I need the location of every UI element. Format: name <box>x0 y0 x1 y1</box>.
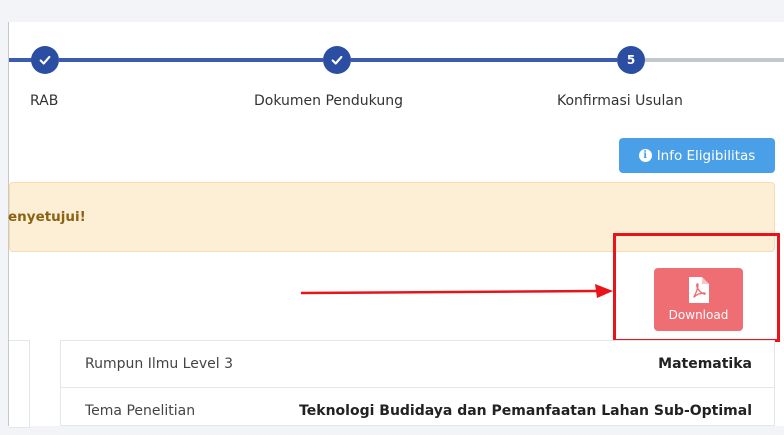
step-number: 5 <box>626 53 636 67</box>
step-label-rab: RAB <box>30 93 59 109</box>
step-rab-complete[interactable] <box>31 46 59 74</box>
info-eligibilitas-button[interactable]: i Info Eligibilitas <box>619 138 775 173</box>
proposal-info-table: Rumpun Ilmu Level 3 Matematika Tema Pene… <box>60 340 775 426</box>
check-icon <box>331 55 343 65</box>
row-label: Tema Penelitian <box>85 403 196 419</box>
step-dokumen-pendukung-complete[interactable] <box>323 46 351 74</box>
row-label: Rumpun Ilmu Level 3 <box>85 356 233 372</box>
check-icon <box>39 55 51 65</box>
step-konfirmasi-usulan-current[interactable]: 5 <box>617 46 645 74</box>
stepper-connector-pending <box>645 58 784 62</box>
info-circle-icon: i <box>638 149 652 162</box>
stepper-connector <box>351 58 617 62</box>
table-row: Tema Penelitian Teknologi Budidaya dan P… <box>61 388 774 435</box>
step-label-dokumen-pendukung: Dokumen Pendukung <box>254 93 403 109</box>
pdf-file-icon <box>688 277 709 303</box>
alert-message: enyetujui! <box>8 209 86 225</box>
info-eligibilitas-label: Info Eligibilitas <box>656 147 756 164</box>
download-label: Download <box>668 308 729 322</box>
table-row: Rumpun Ilmu Level 3 Matematika <box>61 341 774 388</box>
download-pdf-button[interactable]: Download <box>654 268 743 331</box>
row-value: Teknologi Budidaya dan Pemanfaatan Lahan… <box>299 403 752 419</box>
stepper-connector <box>59 58 323 62</box>
step-label-konfirmasi-usulan: Konfirmasi Usulan <box>557 93 683 109</box>
side-panel <box>9 340 30 428</box>
row-value: Matematika <box>658 356 752 372</box>
annotation-arrow-icon <box>300 284 613 298</box>
